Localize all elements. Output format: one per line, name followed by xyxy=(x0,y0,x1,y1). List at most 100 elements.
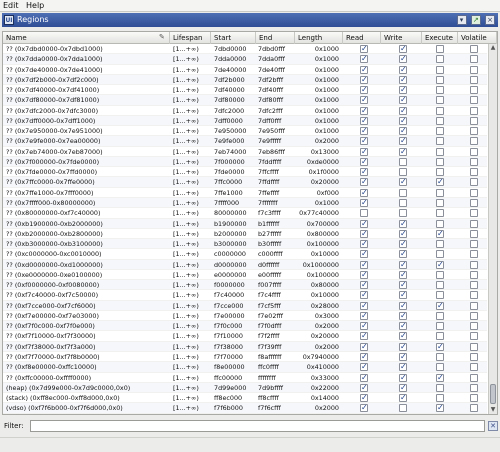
read-checkbox[interactable] xyxy=(360,342,368,351)
write-checkbox[interactable] xyxy=(399,209,407,218)
clear-icon[interactable]: ✕ xyxy=(488,421,498,431)
read-checkbox[interactable] xyxy=(360,332,368,341)
table-row[interactable]: ?? (0x7dbd0000-0x7dbd1000) [1...+∞) 7dbd00… xyxy=(3,44,487,55)
menu-help[interactable]: Help xyxy=(26,1,44,10)
volatile-checkbox[interactable] xyxy=(470,394,478,403)
menu-icon[interactable]: ▾ xyxy=(456,15,467,25)
table-row[interactable]: ?? (0xf7f10000-0xf7f30000) [1...+∞) f7f100… xyxy=(3,331,487,342)
volatile-checkbox[interactable] xyxy=(470,373,478,382)
read-checkbox[interactable] xyxy=(360,270,368,279)
execute-checkbox[interactable] xyxy=(436,178,444,187)
volatile-checkbox[interactable] xyxy=(470,291,478,300)
volatile-checkbox[interactable] xyxy=(470,178,478,187)
write-checkbox[interactable] xyxy=(399,394,407,403)
table-row[interactable]: ?? (0xd0000000-0xd1000000) [1...+∞) d00000… xyxy=(3,259,487,270)
execute-checkbox[interactable] xyxy=(436,363,444,372)
col-name[interactable]: Name xyxy=(3,32,170,44)
write-checkbox[interactable] xyxy=(399,188,407,197)
volatile-checkbox[interactable] xyxy=(470,250,478,259)
read-checkbox[interactable] xyxy=(360,127,368,136)
read-checkbox[interactable] xyxy=(360,75,368,84)
write-checkbox[interactable] xyxy=(399,342,407,351)
write-checkbox[interactable] xyxy=(399,127,407,136)
table-row[interactable]: ?? (0xb1900000-0xb2000000) [1...+∞) b19000… xyxy=(3,218,487,229)
volatile-checkbox[interactable] xyxy=(470,86,478,95)
volatile-checkbox[interactable] xyxy=(470,352,478,361)
table-row[interactable]: (vdso) (0xf7f6b000-0xf7f6d000,0x0) [1...+… xyxy=(3,403,487,414)
table-row[interactable]: ?? (0x7dff0000-0x7dff1000) [1...+∞) 7dff00… xyxy=(3,115,487,127)
write-checkbox[interactable] xyxy=(399,322,407,331)
execute-checkbox[interactable] xyxy=(436,281,444,290)
execute-checkbox[interactable] xyxy=(436,127,444,136)
execute-checkbox[interactable] xyxy=(436,45,444,53)
write-checkbox[interactable] xyxy=(399,352,407,361)
filter-input[interactable] xyxy=(30,420,485,432)
read-checkbox[interactable] xyxy=(360,45,368,53)
read-checkbox[interactable] xyxy=(360,311,368,320)
table-row[interactable]: ?? (0x7f000000-0x7fde0000) [1...+∞) 7f0000… xyxy=(3,156,487,168)
volatile-checkbox[interactable] xyxy=(470,55,478,64)
execute-checkbox[interactable] xyxy=(436,75,444,84)
write-checkbox[interactable] xyxy=(399,147,407,156)
execute-checkbox[interactable] xyxy=(436,209,444,218)
volatile-checkbox[interactable] xyxy=(470,383,478,392)
table-row[interactable]: ?? (0x7eb74000-0x7eb87000) [1...+∞) 7eb740… xyxy=(3,147,487,157)
volatile-checkbox[interactable] xyxy=(470,229,478,238)
read-checkbox[interactable] xyxy=(360,86,368,95)
volatile-checkbox[interactable] xyxy=(470,363,478,372)
execute-checkbox[interactable] xyxy=(436,168,444,177)
col-end[interactable]: End xyxy=(256,32,295,44)
execute-checkbox[interactable] xyxy=(436,188,444,197)
read-checkbox[interactable] xyxy=(360,291,368,300)
volatile-checkbox[interactable] xyxy=(470,404,478,413)
execute-checkbox[interactable] xyxy=(436,352,444,361)
volatile-checkbox[interactable] xyxy=(470,96,478,105)
table-row[interactable]: ?? (0x7de40000-0x7de41000) [1...+∞) 7de400… xyxy=(3,65,487,75)
execute-checkbox[interactable] xyxy=(436,198,444,207)
col-volatile[interactable]: Volatile xyxy=(458,32,497,44)
write-checkbox[interactable] xyxy=(399,86,407,95)
write-checkbox[interactable] xyxy=(399,301,407,310)
table-row[interactable]: ?? (0xb2000000-0xb2800000) [1...+∞) b20000… xyxy=(3,229,487,240)
execute-checkbox[interactable] xyxy=(436,157,444,166)
execute-checkbox[interactable] xyxy=(436,116,444,125)
read-checkbox[interactable] xyxy=(360,106,368,115)
read-checkbox[interactable] xyxy=(360,229,368,238)
write-checkbox[interactable] xyxy=(399,65,407,74)
volatile-checkbox[interactable] xyxy=(470,45,478,53)
read-checkbox[interactable] xyxy=(360,219,368,228)
write-checkbox[interactable] xyxy=(399,55,407,64)
table-row[interactable]: ?? (0xf7c40000-0xf7c50000) [1...+∞) f7c400… xyxy=(3,290,487,301)
read-checkbox[interactable] xyxy=(360,404,368,413)
scroll-thumb[interactable] xyxy=(490,384,496,404)
read-checkbox[interactable] xyxy=(360,137,368,146)
close-icon[interactable]: × xyxy=(485,15,495,25)
table-row[interactable]: ?? (0x7e950000-0x7e951000) [1...+∞) 7e9500… xyxy=(3,126,487,137)
col-lifespan[interactable]: Lifespan xyxy=(170,32,211,44)
read-checkbox[interactable] xyxy=(360,363,368,372)
write-checkbox[interactable] xyxy=(399,281,407,290)
table-row[interactable]: ?? (0xc0000000-0xc0010000) [1...+∞) c00000… xyxy=(3,249,487,260)
read-checkbox[interactable] xyxy=(360,394,368,403)
write-checkbox[interactable] xyxy=(399,311,407,320)
execute-checkbox[interactable] xyxy=(436,240,444,249)
read-checkbox[interactable] xyxy=(360,281,368,290)
volatile-checkbox[interactable] xyxy=(470,137,478,146)
execute-checkbox[interactable] xyxy=(436,137,444,146)
execute-checkbox[interactable] xyxy=(436,55,444,64)
volatile-checkbox[interactable] xyxy=(470,168,478,177)
volatile-checkbox[interactable] xyxy=(470,209,478,218)
execute-checkbox[interactable] xyxy=(436,106,444,115)
write-checkbox[interactable] xyxy=(399,168,407,177)
write-checkbox[interactable] xyxy=(399,45,407,53)
col-execute[interactable]: Execute xyxy=(422,32,458,44)
volatile-checkbox[interactable] xyxy=(470,332,478,341)
read-checkbox[interactable] xyxy=(360,157,368,166)
write-checkbox[interactable] xyxy=(399,291,407,300)
table-row[interactable]: ?? (0xffc00000-0xffff0000) [1...+∞) ffc000… xyxy=(3,373,487,383)
table-row[interactable]: ?? (0x7df40000-0x7df41000) [1...+∞) 7df400… xyxy=(3,85,487,96)
table-row[interactable]: ?? (0xf7f38000-0xf7f3a000) [1...+∞) f7f380… xyxy=(3,341,487,352)
execute-checkbox[interactable] xyxy=(436,311,444,320)
volatile-checkbox[interactable] xyxy=(470,342,478,351)
table-row[interactable]: ?? (0xf7cce000-0xf7cf6000) [1...+∞) f7cce0… xyxy=(3,300,487,311)
